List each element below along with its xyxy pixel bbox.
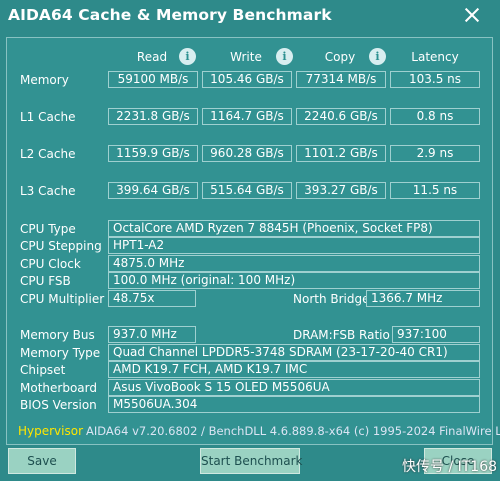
copy-value: 77314 MB/s <box>296 71 386 88</box>
row-label: L1 Cache <box>20 110 76 124</box>
read-value: 2231.8 GB/s <box>108 108 198 125</box>
window-title: AIDA64 Cache & Memory Benchmark <box>8 6 332 24</box>
cpu-stepping-label: CPU Stepping <box>20 239 102 253</box>
info-icon-read[interactable]: i <box>179 48 196 65</box>
copy-value: 1101.2 GB/s <box>296 145 386 162</box>
read-value: 1159.9 GB/s <box>108 145 198 162</box>
copyright-text: AIDA64 v7.20.6802 / BenchDLL 4.6.889.8-x… <box>86 424 500 438</box>
title-bar: AIDA64 Cache & Memory Benchmark <box>0 0 500 34</box>
motherboard-value: Asus VivoBook S 15 OLED M5506UA <box>108 379 480 396</box>
write-value: 1164.7 GB/s <box>202 108 292 125</box>
info-icon-write[interactable]: i <box>276 48 293 65</box>
write-value: 105.46 GB/s <box>202 71 292 88</box>
cpu-type-label: CPU Type <box>20 222 76 236</box>
watermark-text: 快传号 / IT168 <box>402 459 498 475</box>
latency-value: 103.5 ns <box>390 71 480 88</box>
cpu-stepping-value: HPT1-A2 <box>108 237 480 254</box>
benchmark-window: AIDA64 Cache & Memory Benchmark Read i W… <box>0 0 500 481</box>
chipset-value: AMD K19.7 FCH, AMD K19.7 IMC <box>108 361 480 378</box>
copy-value: 2240.6 GB/s <box>296 108 386 125</box>
row-label: L2 Cache <box>20 147 76 161</box>
cpu-clock-label: CPU Clock <box>20 257 81 271</box>
motherboard-label: Motherboard <box>20 381 97 395</box>
dram-fsb-ratio-value: 937:100 <box>392 326 480 343</box>
bios-version-value: M5506UA.304 <box>108 396 480 413</box>
cpu-multiplier-label: CPU Multiplier <box>20 292 105 306</box>
bios-version-label: BIOS Version <box>20 398 97 412</box>
row-label: L3 Cache <box>20 184 76 198</box>
write-value: 960.28 GB/s <box>202 145 292 162</box>
memory-bus-label: Memory Bus <box>20 328 95 342</box>
copy-value: 393.27 GB/s <box>296 182 386 199</box>
write-value: 515.64 GB/s <box>202 182 292 199</box>
memory-bus-value: 937.0 MHz <box>108 326 196 343</box>
latency-value: 2.9 ns <box>390 145 480 162</box>
dram-fsb-ratio-label: DRAM:FSB Ratio <box>293 328 390 342</box>
latency-value: 11.5 ns <box>390 182 480 199</box>
memory-type-label: Memory Type <box>20 346 101 360</box>
latency-value: 0.8 ns <box>390 108 480 125</box>
cpu-fsb-label: CPU FSB <box>20 274 71 288</box>
row-label: Memory <box>20 73 69 87</box>
close-icon[interactable] <box>464 7 480 23</box>
cpu-clock-value: 4875.0 MHz <box>108 255 480 272</box>
north-bridge-clock-value: 1366.7 MHz <box>366 290 480 307</box>
read-value: 59100 MB/s <box>108 71 198 88</box>
cpu-type-value: OctalCore AMD Ryzen 7 8845H (Phoenix, So… <box>108 220 480 237</box>
start-benchmark-button[interactable]: Start Benchmark <box>200 448 302 474</box>
cpu-fsb-value: 100.0 MHz (original: 100 MHz) <box>108 272 480 289</box>
read-value: 399.64 GB/s <box>108 182 198 199</box>
memory-type-value: Quad Channel LPDDR5-3748 SDRAM (23-17-20… <box>108 344 480 361</box>
cpu-multiplier-value: 48.75x <box>108 290 196 307</box>
hypervisor-label: Hypervisor <box>18 424 84 438</box>
chipset-label: Chipset <box>20 363 66 377</box>
info-icon-copy[interactable]: i <box>369 48 386 65</box>
save-button[interactable]: Save <box>8 448 76 474</box>
column-header-latency: Latency <box>411 50 459 64</box>
